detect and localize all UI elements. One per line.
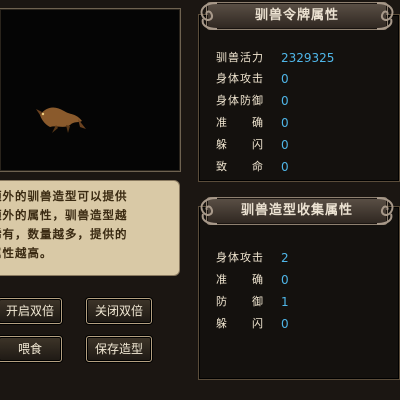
attr-label: 身体攻击	[216, 72, 264, 85]
attr-value: 2	[281, 251, 289, 265]
disable-double-button[interactable]: 关闭双倍	[86, 298, 152, 324]
scroll-ornament-icon	[376, 2, 394, 30]
collection-row-accuracy: 准 确 0	[216, 271, 392, 289]
attr-label: 准 确	[216, 116, 264, 129]
description-box: 额外的驯兽造型可以提供 额外的属性，驯兽造型越 稀有，数量越多，提供的 属性越高…	[0, 180, 180, 276]
scroll-ornament-icon	[376, 197, 394, 225]
attr-label: 致 命	[216, 160, 264, 173]
collection-row-dodge: 躲 闪 0	[216, 315, 392, 333]
description-line: 额外的驯兽造型可以提供	[0, 189, 128, 203]
feed-button[interactable]: 喂食	[0, 336, 62, 362]
attr-label: 准 确	[216, 273, 264, 286]
attr-value: 0	[281, 72, 289, 86]
collection-row-defense: 防 御 1	[216, 293, 392, 311]
attr-value: 0	[281, 94, 289, 108]
collection-attributes-title: 驯兽造型收集属性	[240, 203, 353, 218]
description-line: 额外的属性，驯兽造型越	[0, 208, 128, 222]
attr-value: 0	[281, 317, 289, 331]
token-attributes-title: 驯兽令牌属性	[254, 8, 339, 23]
attr-value: 1	[281, 295, 289, 309]
attr-row-dodge: 躲 闪 0	[216, 136, 392, 154]
attr-row-accuracy: 准 确 0	[216, 114, 392, 132]
attr-row-body-defense: 身体防御 0	[216, 92, 392, 110]
description-line: 属性越高。	[0, 246, 53, 260]
collection-row-body-attack: 身体攻击 2	[216, 249, 392, 267]
description-line: 稀有，数量越多，提供的	[0, 227, 128, 241]
attr-value: 0	[281, 138, 289, 152]
attr-value: 0	[281, 273, 289, 287]
attr-value: 0	[281, 116, 289, 130]
attr-label: 身体防御	[216, 94, 264, 107]
beast-sprite-icon	[36, 107, 86, 133]
creature-preview	[0, 8, 181, 172]
attr-value: 0	[281, 160, 289, 174]
save-model-button[interactable]: 保存造型	[86, 336, 152, 362]
attr-label: 防 御	[216, 295, 264, 308]
attr-label: 身体攻击	[216, 251, 264, 264]
attr-label: 躲 闪	[216, 138, 264, 151]
attr-label: 驯兽活力	[216, 51, 264, 64]
collection-attributes-header: 驯兽造型收集属性	[200, 197, 394, 225]
token-attributes-header: 驯兽令牌属性	[200, 2, 394, 30]
attr-row-body-attack: 身体攻击 0	[216, 70, 392, 88]
attr-value: 2329325	[281, 51, 335, 65]
attr-row-vitality: 驯兽活力 2329325	[216, 49, 392, 67]
attr-label: 躲 闪	[216, 317, 264, 330]
attr-row-critical: 致 命 0	[216, 158, 392, 176]
enable-double-button[interactable]: 开启双倍	[0, 298, 62, 324]
